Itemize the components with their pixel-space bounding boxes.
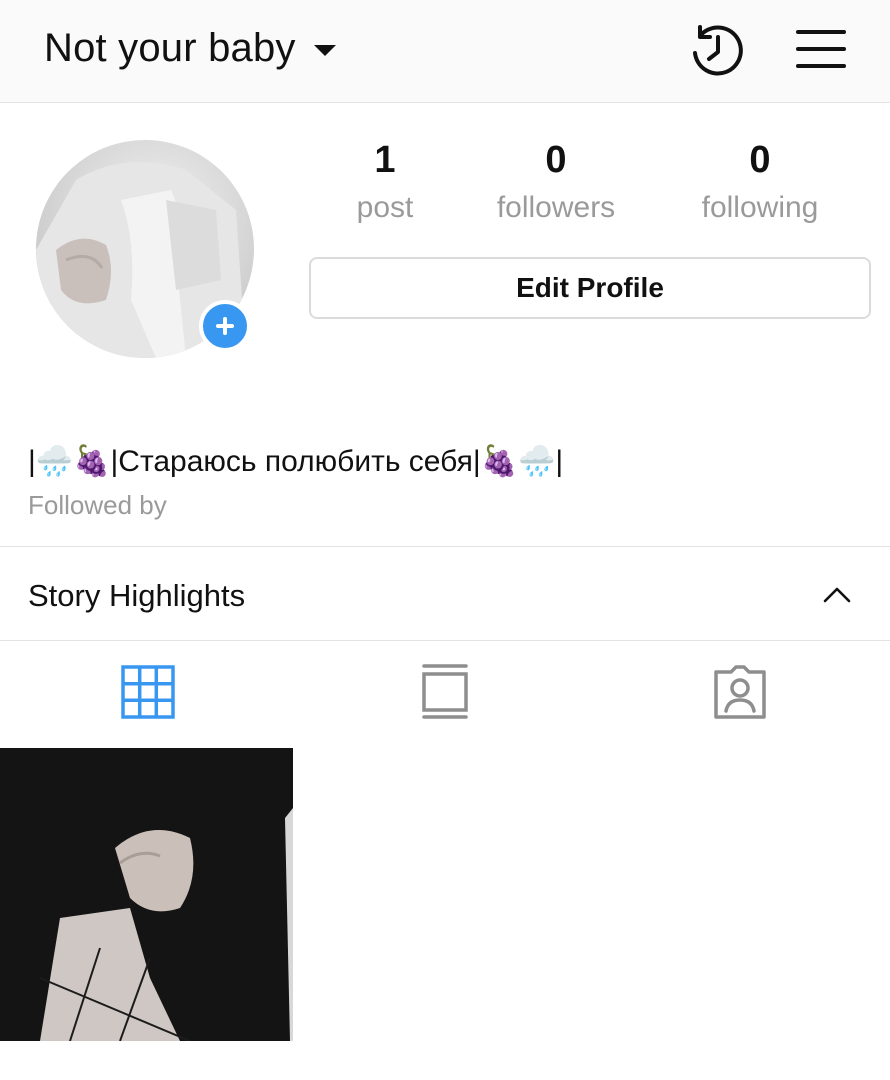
post-image: [0, 748, 293, 1041]
stat-followers[interactable]: 0 followers: [456, 140, 656, 226]
feed-icon[interactable]: [415, 660, 475, 722]
menu-icon[interactable]: [796, 26, 846, 72]
followers-label: followers: [496, 191, 616, 224]
tagged-icon[interactable]: [710, 660, 770, 722]
following-label: following: [701, 191, 819, 224]
posts-label: post: [356, 191, 414, 224]
followed-by: Followed by: [28, 490, 167, 520]
chevron-down-icon: [313, 45, 336, 56]
add-story-button[interactable]: [199, 300, 251, 352]
history-icon[interactable]: [688, 22, 746, 80]
divider: [0, 640, 890, 641]
divider: [0, 546, 890, 547]
story-highlights-title: Story Highlights: [28, 578, 246, 613]
grid-icon[interactable]: [118, 660, 178, 722]
following-count: 0: [749, 139, 771, 181]
account-switcher[interactable]: Not your baby: [44, 26, 336, 71]
stat-following[interactable]: 0 following: [660, 140, 860, 226]
story-highlights-header[interactable]: Story Highlights: [0, 548, 890, 640]
profile-bio: |🌧️🍇|Стараюсь полюбить себя|🍇🌧️|: [28, 445, 564, 478]
username-title: Not your baby: [44, 26, 296, 70]
followers-count: 0: [545, 139, 567, 181]
stat-posts[interactable]: 1 post: [285, 140, 485, 226]
top-bar: Not your baby: [0, 0, 890, 103]
post-thumbnail[interactable]: [0, 748, 293, 1041]
chevron-up-icon[interactable]: [823, 585, 851, 603]
posts-count: 1: [374, 139, 396, 181]
edit-profile-button[interactable]: Edit Profile: [309, 257, 871, 319]
